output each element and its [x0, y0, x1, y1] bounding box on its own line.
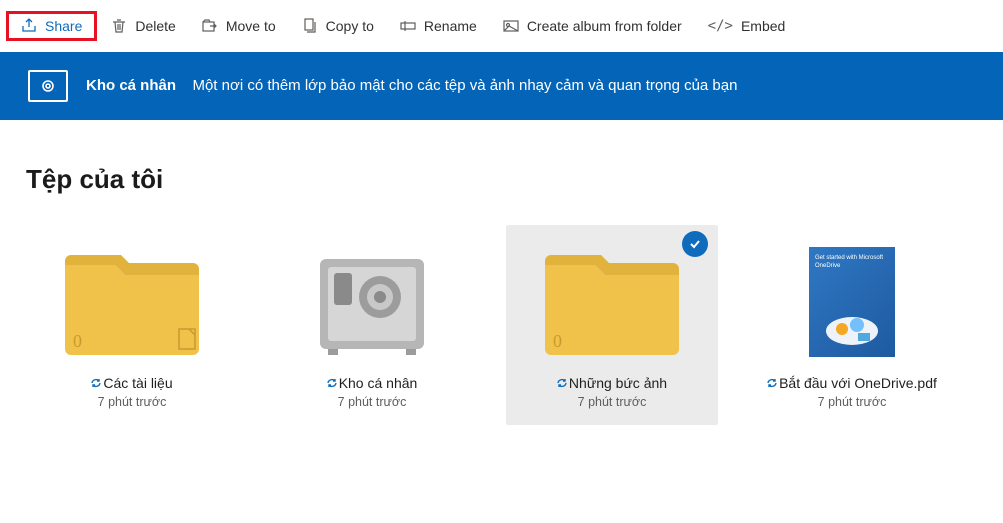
item-label: Những bức ảnh [569, 375, 667, 391]
vault-banner-icon [28, 70, 68, 102]
moveto-button[interactable]: Move to [190, 12, 288, 40]
personal-vault-banner: Kho cá nhân Một nơi có thêm lớp bảo mật … [0, 52, 1003, 120]
folder-icon: 0 [26, 235, 238, 357]
share-label: Share [45, 18, 82, 34]
vault-icon [266, 235, 478, 357]
items-row: 0 Các tài liệu 7 phút trước [26, 225, 977, 425]
delete-icon [111, 18, 127, 34]
svg-text:0: 0 [73, 331, 82, 351]
delete-label: Delete [135, 18, 175, 34]
folder-photos[interactable]: 0 Những bức ảnh 7 phút trước [506, 225, 718, 425]
rename-label: Rename [424, 18, 477, 34]
embed-button[interactable]: </> Embed [696, 12, 798, 40]
delete-button[interactable]: Delete [99, 12, 187, 40]
section-title: Tệp của tôi [26, 164, 977, 195]
banner-title: Kho cá nhân [86, 77, 176, 94]
copyto-icon [302, 18, 318, 34]
banner-text: Kho cá nhân Một nơi có thêm lớp bảo mật … [86, 77, 737, 95]
selected-check-icon [682, 231, 708, 257]
rename-icon [400, 18, 416, 34]
file-getting-started-pdf[interactable]: Get started with Microsoft OneDrive Bắt … [746, 225, 958, 425]
embed-icon: </> [708, 18, 733, 34]
folder-documents[interactable]: 0 Các tài liệu 7 phút trước [26, 225, 238, 425]
toolbar: Share Delete Move to Copy to Rename Crea… [0, 0, 1003, 52]
item-label: Kho cá nhân [339, 375, 418, 391]
item-label: Các tài liệu [103, 375, 172, 391]
item-sub: 7 phút trước [26, 395, 238, 409]
copyto-button[interactable]: Copy to [290, 12, 386, 40]
sync-icon [557, 378, 567, 388]
content-area: Tệp của tôi 0 Các tài liệu 7 phút trước [0, 120, 1003, 425]
item-sub: 7 phút trước [746, 395, 958, 409]
rename-button[interactable]: Rename [388, 12, 489, 40]
sync-icon [91, 378, 101, 388]
copyto-label: Copy to [326, 18, 374, 34]
create-album-label: Create album from folder [527, 18, 682, 34]
svg-text:0: 0 [553, 331, 562, 351]
item-sub: 7 phút trước [266, 395, 478, 409]
item-sub: 7 phút trước [506, 395, 718, 409]
pdf-thumbnail: Get started with Microsoft OneDrive [746, 235, 958, 357]
embed-label: Embed [741, 18, 785, 34]
share-button[interactable]: Share [6, 11, 97, 41]
personal-vault-item[interactable]: Kho cá nhân 7 phút trước [266, 225, 478, 425]
item-label: Bắt đầu với OneDrive.pdf [779, 375, 937, 391]
sync-icon [767, 378, 777, 388]
album-icon [503, 18, 519, 34]
banner-desc: Một nơi có thêm lớp bảo mật cho các tệp … [192, 77, 737, 94]
sync-icon [327, 378, 337, 388]
moveto-label: Move to [226, 18, 276, 34]
create-album-button[interactable]: Create album from folder [491, 12, 694, 40]
share-icon [21, 18, 37, 34]
moveto-icon [202, 18, 218, 34]
